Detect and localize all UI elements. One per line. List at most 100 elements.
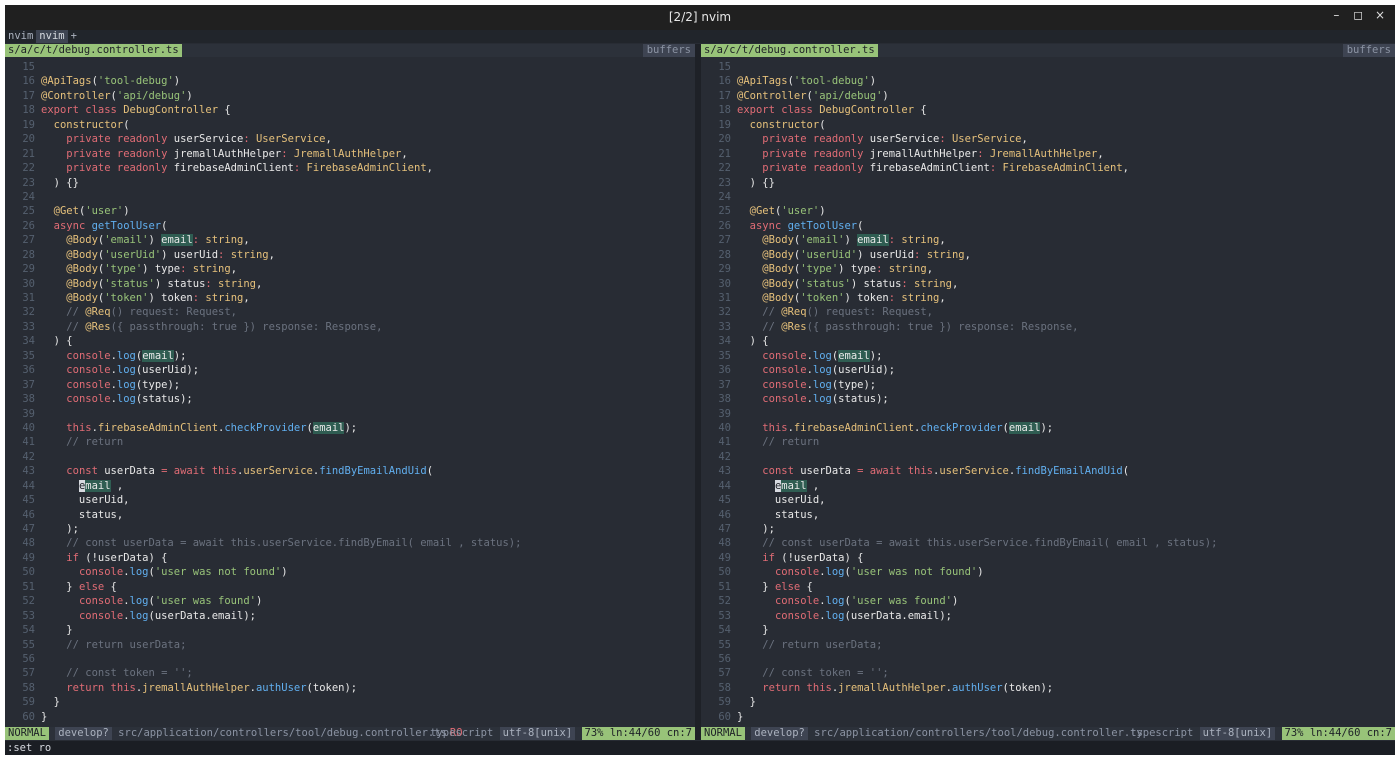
- code-line[interactable]: 57 // const token = '';: [701, 666, 1395, 680]
- code-line[interactable]: 47 );: [701, 522, 1395, 536]
- code-line[interactable]: 29 @Body('type') type: string,: [5, 262, 695, 276]
- code-line[interactable]: 20 private readonly userService: UserSer…: [701, 132, 1395, 146]
- code-line[interactable]: 31 @Body('token') token: string,: [701, 291, 1395, 305]
- code-line[interactable]: 49 if (!userData) {: [701, 551, 1395, 565]
- code-line[interactable]: 60}: [5, 710, 695, 724]
- code-line[interactable]: 39: [701, 407, 1395, 421]
- code-line[interactable]: 17 @Controller('api/debug'): [701, 89, 1395, 103]
- code-line[interactable]: 52 console.log('user was found'): [701, 594, 1395, 608]
- code-line[interactable]: 35 console.log(email);: [701, 349, 1395, 363]
- code-line[interactable]: 18 export class DebugController {: [701, 103, 1395, 117]
- code-line[interactable]: 49 if (!userData) {: [5, 551, 695, 565]
- code-area-left[interactable]: 15 16 @ApiTags ('tool-debug') 17 @Controller (…: [5, 60, 695, 724]
- code-line[interactable]: 43 const userData = await this.userServi…: [5, 464, 695, 478]
- code-line[interactable]: 45 userUid,: [701, 493, 1395, 507]
- code-line[interactable]: 41 // return: [701, 435, 1395, 449]
- code-line[interactable]: 24: [5, 190, 695, 204]
- code-line[interactable]: 19 constructor(: [5, 118, 695, 132]
- new-tab-button[interactable]: +: [68, 30, 80, 43]
- maximize-icon[interactable]: ◻: [1349, 8, 1367, 22]
- code-line[interactable]: 33 // @Res({ passthrough: true }) respon…: [701, 320, 1395, 334]
- code-line[interactable]: 37 console.log(type);: [5, 378, 695, 392]
- code-line[interactable]: 17 @Controller('api/debug'): [5, 89, 695, 103]
- code-line[interactable]: 52 console.log('user was found'): [5, 594, 695, 608]
- code-line[interactable]: 29 @Body('type') type: string,: [701, 262, 1395, 276]
- code-line[interactable]: 45 userUid,: [5, 493, 695, 507]
- code-line[interactable]: 42: [5, 450, 695, 464]
- code-line[interactable]: 22 private readonly firebaseAdminClient:…: [5, 161, 695, 175]
- code-line[interactable]: 42: [701, 450, 1395, 464]
- code-line[interactable]: 28 @Body('userUid') userUid: string,: [5, 248, 695, 262]
- code-line[interactable]: 43 const userData = await this.userServi…: [701, 464, 1395, 478]
- code-line[interactable]: 51 } else {: [701, 580, 1395, 594]
- file-name-left[interactable]: s/a/c/t/debug.controller.ts: [5, 44, 182, 57]
- code-line[interactable]: 57 // const token = '';: [5, 666, 695, 680]
- tab-nvim-2[interactable]: nvim: [36, 30, 68, 43]
- code-line[interactable]: 26 async getToolUser(: [5, 219, 695, 233]
- code-line[interactable]: 36 console.log(userUid);: [5, 363, 695, 377]
- code-line[interactable]: 48 // const userData = await this.userSe…: [5, 536, 695, 550]
- code-line[interactable]: 20 private readonly userService: UserSer…: [5, 132, 695, 146]
- code-line[interactable]: 34 ) {: [5, 334, 695, 348]
- code-line[interactable]: 22 private readonly firebaseAdminClient:…: [701, 161, 1395, 175]
- code-line[interactable]: 23 ) {}: [701, 176, 1395, 190]
- code-line[interactable]: 30 @Body('status') status: string,: [5, 277, 695, 291]
- code-line[interactable]: 54 }: [701, 623, 1395, 637]
- code-line[interactable]: 16 @ApiTags('tool-debug'): [5, 74, 695, 88]
- command-line[interactable]: :set ro: [5, 741, 1395, 755]
- code-line[interactable]: 53 console.log(userData.email);: [5, 609, 695, 623]
- code-line[interactable]: 55 // return userData;: [701, 638, 1395, 652]
- code-line[interactable]: 54 }: [5, 623, 695, 637]
- code-line[interactable]: 39: [5, 407, 695, 421]
- editor-pane-left[interactable]: s/a/c/t/debug.controller.ts buffers 15 16…: [5, 44, 695, 727]
- buffers-button-left[interactable]: buffers: [642, 44, 695, 57]
- code-line[interactable]: 41 // return: [5, 435, 695, 449]
- file-name-right[interactable]: s/a/c/t/debug.controller.ts: [701, 44, 878, 57]
- close-icon[interactable]: ×: [1371, 8, 1389, 22]
- code-line[interactable]: 30 @Body('status') status: string,: [701, 277, 1395, 291]
- minimize-icon[interactable]: –: [1327, 8, 1345, 22]
- code-line[interactable]: 25 @Get('user'): [5, 204, 695, 218]
- code-line[interactable]: 44 email ,: [701, 479, 1395, 493]
- code-line[interactable]: 55 // return userData;: [5, 638, 695, 652]
- code-line[interactable]: 46 status,: [701, 508, 1395, 522]
- code-line[interactable]: 19 constructor(: [701, 118, 1395, 132]
- code-line[interactable]: 35 console.log(email);: [5, 349, 695, 363]
- code-line[interactable]: 31 @Body('token') token: string,: [5, 291, 695, 305]
- code-line[interactable]: 27 @Body('email') email: string,: [5, 233, 695, 247]
- code-line[interactable]: 33 // @Res({ passthrough: true }) respon…: [5, 320, 695, 334]
- code-line[interactable]: 15: [5, 60, 695, 74]
- code-line[interactable]: 32 // @Req() request: Request,: [5, 305, 695, 319]
- code-line[interactable]: 27 @Body('email') email: string,: [701, 233, 1395, 247]
- code-line[interactable]: 50 console.log('user was not found'): [701, 565, 1395, 579]
- code-line[interactable]: 58 return this.jremallAuthHelper.authUse…: [5, 681, 695, 695]
- code-line[interactable]: 24: [701, 190, 1395, 204]
- editor-pane-right[interactable]: s/a/c/t/debug.controller.ts buffers 15 16…: [701, 44, 1395, 727]
- code-line[interactable]: 44 email ,: [5, 479, 695, 493]
- code-line[interactable]: 26 async getToolUser(: [701, 219, 1395, 233]
- code-line[interactable]: 40 this.firebaseAdminClient.checkProvide…: [701, 421, 1395, 435]
- code-line[interactable]: 51 } else {: [5, 580, 695, 594]
- code-line[interactable]: 46 status,: [5, 508, 695, 522]
- code-line[interactable]: 56: [5, 652, 695, 666]
- code-line[interactable]: 32 // @Req() request: Request,: [701, 305, 1395, 319]
- code-line[interactable]: 40 this.firebaseAdminClient.checkProvide…: [5, 421, 695, 435]
- code-line[interactable]: 15: [701, 60, 1395, 74]
- code-line[interactable]: 28 @Body('userUid') userUid: string,: [701, 248, 1395, 262]
- code-line[interactable]: 38 console.log(status);: [701, 392, 1395, 406]
- code-line[interactable]: 47 );: [5, 522, 695, 536]
- tab-nvim-1[interactable]: nvim: [5, 30, 36, 43]
- code-line[interactable]: 25 @Get('user'): [701, 204, 1395, 218]
- code-line[interactable]: 53 console.log(userData.email);: [701, 609, 1395, 623]
- code-line[interactable]: 36 console.log(userUid);: [701, 363, 1395, 377]
- code-line[interactable]: 23 ) {}: [5, 176, 695, 190]
- code-area-right[interactable]: 15 16 @ApiTags ('tool-debug') 17 @Controller (…: [701, 60, 1395, 724]
- code-line[interactable]: 56: [701, 652, 1395, 666]
- code-line[interactable]: 16 @ApiTags('tool-debug'): [701, 74, 1395, 88]
- code-line[interactable]: 18 export class DebugController {: [5, 103, 695, 117]
- buffers-button-right[interactable]: buffers: [1342, 44, 1395, 57]
- code-line[interactable]: 59 }: [5, 695, 695, 709]
- code-line[interactable]: 37 console.log(type);: [701, 378, 1395, 392]
- code-line[interactable]: 34 ) {: [701, 334, 1395, 348]
- code-line[interactable]: 58 return this.jremallAuthHelper.authUse…: [701, 681, 1395, 695]
